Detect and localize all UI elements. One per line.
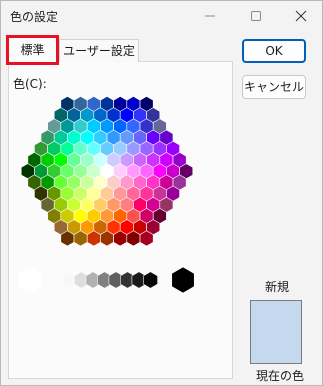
black-hex[interactable]	[171, 266, 195, 294]
cancel-button[interactable]: キャンセル	[242, 75, 306, 99]
gray-hex[interactable]	[143, 271, 158, 289]
color-preview-swatch	[250, 300, 302, 364]
white-hex[interactable]	[18, 266, 42, 294]
color-dialog: 色の設定 標準 ユーザー設定 色(C): OK キャンセル 新規 現在の色	[0, 0, 323, 386]
tab-standard[interactable]: 標準	[6, 35, 59, 65]
current-color-label: 現在の色	[256, 369, 305, 383]
new-color-label: 新規	[265, 280, 290, 294]
ok-button[interactable]: OK	[242, 39, 306, 63]
